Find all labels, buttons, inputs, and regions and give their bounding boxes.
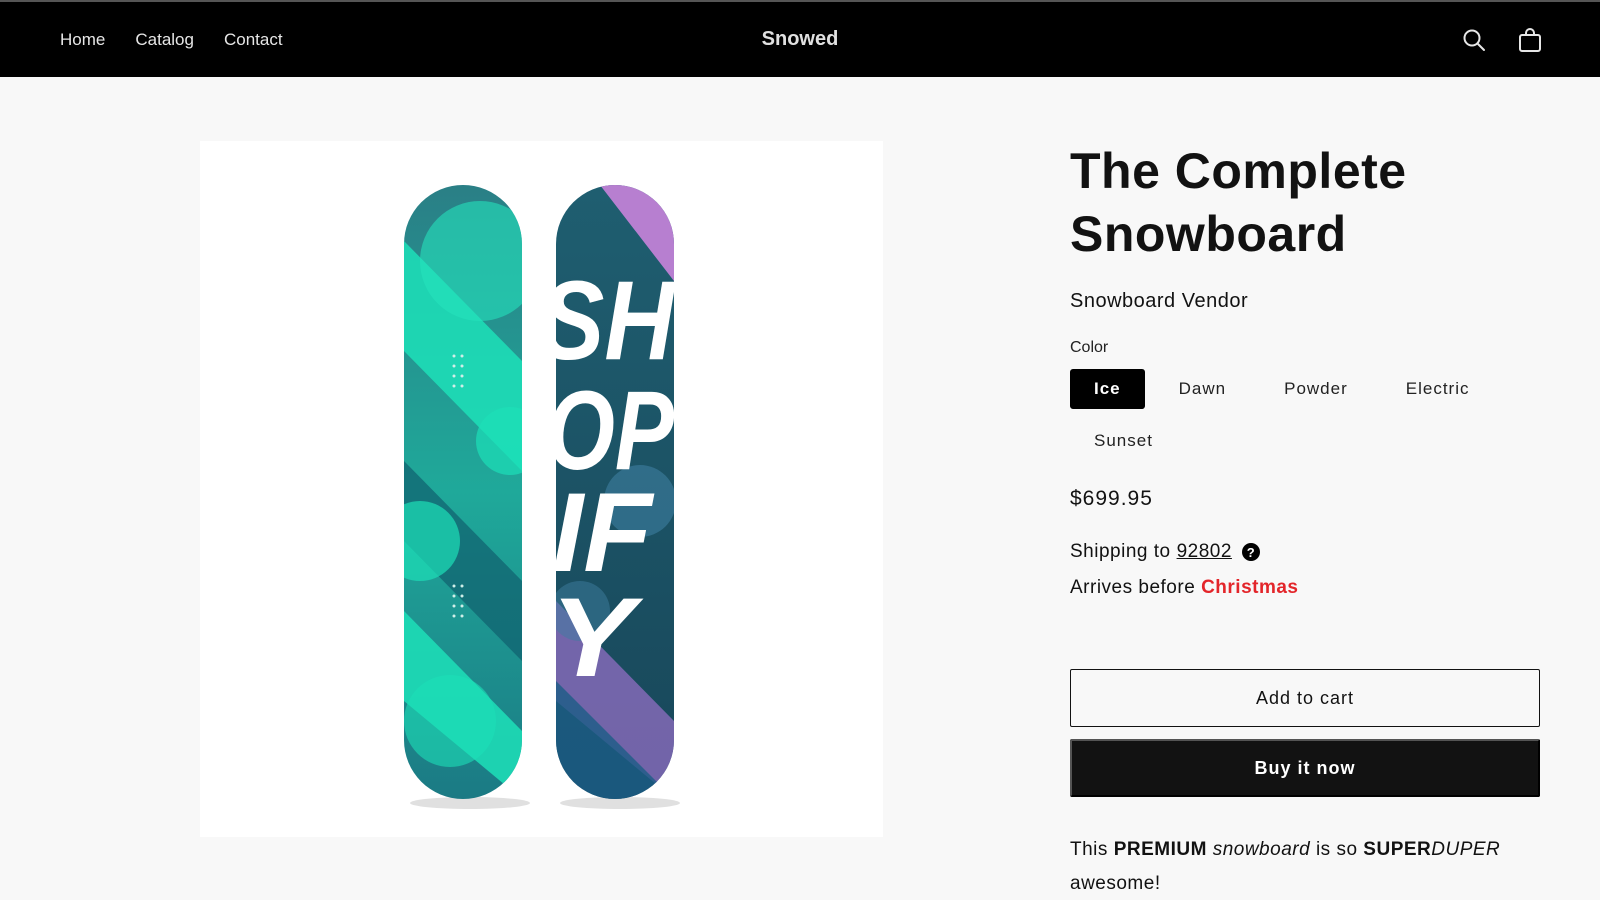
nav-contact-link[interactable]: Contact [224,30,283,50]
arrival-label: Arrives before [1070,577,1196,598]
header-actions [1460,2,1544,77]
arrival-info: Arrives before Christmas [1070,577,1540,599]
zip-link[interactable]: 92802 [1177,541,1232,563]
buy-now-button[interactable]: Buy it now [1070,739,1540,797]
shipping-info: Shipping to 92802 ? [1070,541,1540,563]
desc-italic: DUPER [1431,839,1501,860]
product-image[interactable]: SH OP IF Y [200,141,883,837]
desc-bold: SUPER [1363,839,1432,860]
desc-bold: PREMIUM [1113,839,1207,860]
nav-catalog-link[interactable]: Catalog [135,30,194,50]
product-vendor: Snowboard Vendor [1070,290,1249,312]
desc-italic: snowboard [1212,839,1311,860]
desc-text: awesome! [1070,873,1161,894]
site-header: Home Catalog Contact Snowed [0,0,1600,77]
svg-text:SH: SH [540,258,676,383]
color-option-sunset[interactable]: Sunset [1070,421,1177,461]
desc-text: This [1070,839,1108,860]
color-option-dawn[interactable]: Dawn [1155,369,1250,409]
cart-icon[interactable] [1516,26,1544,54]
search-icon[interactable] [1460,26,1488,54]
svg-text:Y: Y [550,575,644,700]
arrival-highlight: Christmas [1201,577,1299,598]
nav-home-link[interactable]: Home [60,30,105,50]
desc-text: is so [1315,839,1358,860]
color-option-electric[interactable]: Electric [1382,369,1494,409]
color-label: Color [1070,339,1109,356]
color-options: Ice Dawn Powder Electric Sunset [1070,369,1540,461]
product-info: The Complete Snowboard Snowboard Vendor … [1070,140,1540,900]
board-right: SH OP IF Y [540,185,676,799]
board-left [404,185,522,799]
main-nav: Home Catalog Contact [60,2,283,77]
color-option-ice[interactable]: Ice [1070,369,1145,409]
product-title: The Complete Snowboard [1070,143,1407,262]
color-option-powder[interactable]: Powder [1260,369,1372,409]
shipping-label: Shipping to [1070,541,1171,562]
product-description: This PREMIUM snowboard is so SUPERDUPER … [1070,833,1540,900]
add-to-cart-button[interactable]: Add to cart [1070,669,1540,727]
product-price: $699.95 [1070,487,1153,510]
snowboard-image: SH OP IF Y [404,185,680,809]
help-icon[interactable]: ? [1241,543,1260,561]
